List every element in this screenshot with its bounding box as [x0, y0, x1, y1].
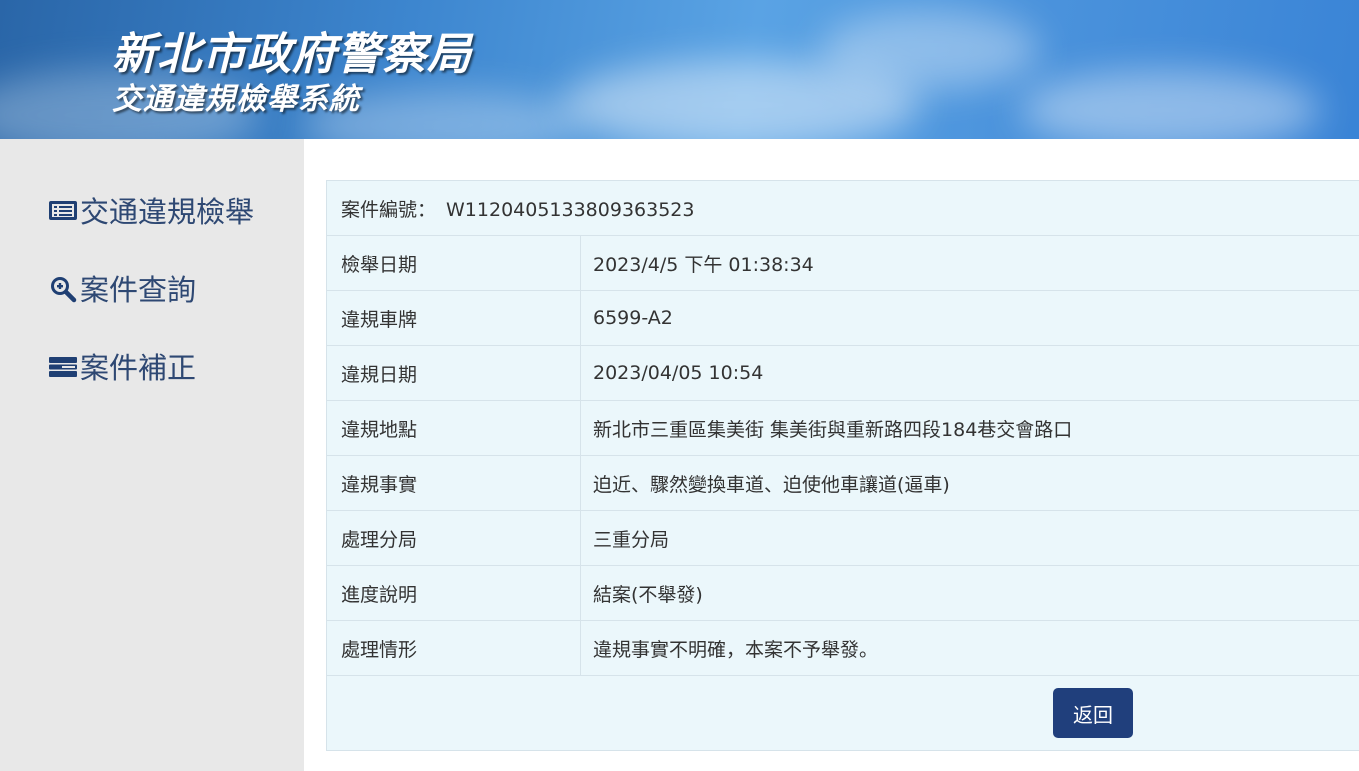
- table-row: 違規事實 迫近、驟然變換車道、迫使他車讓道(逼車): [326, 455, 1359, 511]
- edit-list-icon: [48, 351, 78, 381]
- table-row: 違規日期 2023/04/05 10:54: [326, 345, 1359, 401]
- header-cloud: [1020, 70, 1320, 139]
- main-content: 案件編號： W1120405133809363523 檢舉日期 2023/4/5 …: [304, 139, 1359, 771]
- sidebar-item-search[interactable]: 案件查詢: [48, 267, 196, 309]
- field-value: 新北市三重區集美街 集美街與重新路四段184巷交會路口: [580, 400, 1359, 456]
- field-value: 6599-A2: [580, 290, 1359, 346]
- field-value: 2023/4/5 下午 01:38:34: [580, 235, 1359, 291]
- case-number: W1120405133809363523: [446, 198, 695, 221]
- field-label: 違規日期: [326, 345, 581, 401]
- case-detail-table: 案件編號： W1120405133809363523 檢舉日期 2023/4/5 …: [326, 180, 1359, 751]
- back-button[interactable]: 返回: [1053, 688, 1133, 738]
- list-icon: [48, 195, 78, 225]
- sidebar-item-label: 案件補正: [80, 351, 197, 385]
- action-cell: 返回: [326, 675, 1359, 751]
- sidebar-item-label: 交通違規檢舉: [80, 195, 255, 229]
- table-row: 處理分局 三重分局: [326, 510, 1359, 566]
- sidebar-item-report[interactable]: 交通違規檢舉: [48, 189, 254, 231]
- field-value: 2023/04/05 10:54: [580, 345, 1359, 401]
- search-plus-icon: [48, 273, 78, 303]
- table-row: 檢舉日期 2023/4/5 下午 01:38:34: [326, 235, 1359, 291]
- table-row: 返回: [326, 675, 1359, 751]
- field-label: 處理情形: [326, 620, 581, 676]
- table-row: 進度說明 結案(不舉發): [326, 565, 1359, 621]
- field-label: 處理分局: [326, 510, 581, 566]
- table-row: 違規地點 新北市三重區集美街 集美街與重新路四段184巷交會路口: [326, 400, 1359, 456]
- field-value: 迫近、驟然變換車道、迫使他車讓道(逼車): [580, 455, 1359, 511]
- case-number-label: 案件編號：: [341, 198, 437, 221]
- site-title: 新北市政府警察局: [112, 29, 472, 80]
- sidebar-item-correction[interactable]: 案件補正: [48, 345, 196, 387]
- sidebar: 交通違規檢舉 案件查詢 案件補正: [0, 139, 304, 771]
- table-row: 處理情形 違規事實不明確，本案不予舉發。: [326, 620, 1359, 676]
- field-label: 檢舉日期: [326, 235, 581, 291]
- field-value: 違規事實不明確，本案不予舉發。: [580, 620, 1359, 676]
- field-label: 進度說明: [326, 565, 581, 621]
- sidebar-item-label: 案件查詢: [80, 273, 197, 307]
- field-label: 違規車牌: [326, 290, 581, 346]
- table-row: 案件編號： W1120405133809363523: [326, 180, 1359, 236]
- field-value: 結案(不舉發): [580, 565, 1359, 621]
- case-number-cell: 案件編號： W1120405133809363523: [326, 180, 1359, 236]
- site-header: 新北市政府警察局 交通違規檢舉系統: [0, 0, 1359, 139]
- table-row: 違規車牌 6599-A2: [326, 290, 1359, 346]
- site-subtitle: 交通違規檢舉系統: [112, 82, 360, 117]
- field-value: 三重分局: [580, 510, 1359, 566]
- field-label: 違規事實: [326, 455, 581, 511]
- header-cloud: [820, 10, 1040, 90]
- field-label: 違規地點: [326, 400, 581, 456]
